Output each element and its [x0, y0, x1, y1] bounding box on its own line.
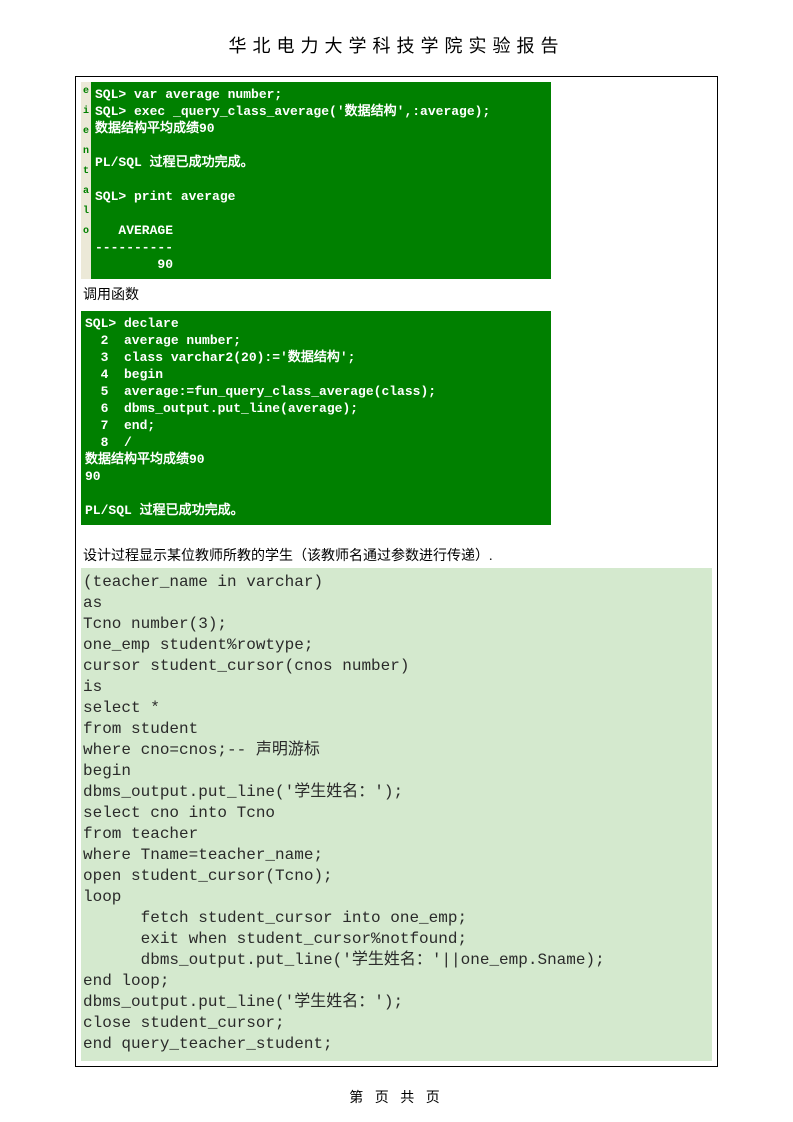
procedure-description: 设计过程显示某位教师所教的学生（该教师名通过参数进行传递）.: [81, 525, 712, 568]
gutter-strip: e i e n t a l o: [81, 82, 91, 279]
plsql-code-block: (teacher_name in varchar) as Tcno number…: [81, 568, 712, 1061]
page-title: 华北电力大学科技学院实验报告: [0, 0, 793, 76]
page-footer: 第 页 共 页: [0, 1067, 793, 1107]
terminal-1-content: SQL> var average number; SQL> exec _quer…: [91, 82, 551, 279]
content-frame: e i e n t a l o SQL> var average number;…: [75, 76, 718, 1067]
call-function-label: 调用函数: [81, 279, 712, 307]
terminal-block-2: SQL> declare 2 average number; 3 class v…: [81, 311, 551, 525]
terminal-block-1: e i e n t a l o SQL> var average number;…: [81, 82, 712, 279]
